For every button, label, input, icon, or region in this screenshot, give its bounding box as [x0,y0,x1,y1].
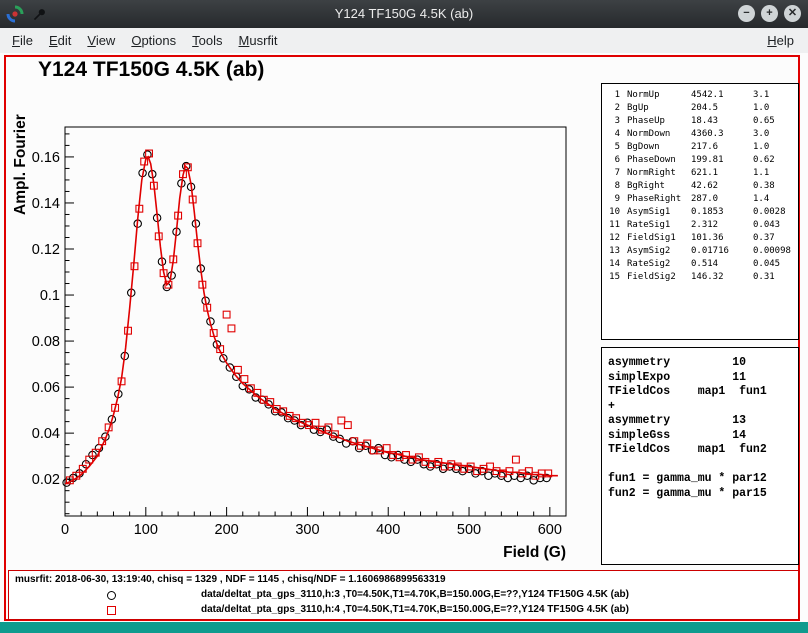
theory-line: simplExpo 11 [608,371,798,386]
svg-text:Field (G): Field (G) [503,544,566,561]
parameter-row: 3PhaseUp18.430.65 [606,115,798,128]
theory-line: simpleGss 14 [608,429,798,444]
theory-line: TFieldCos map1 fun2 [608,443,798,458]
legend-box[interactable]: musrfit: 2018-06-30, 13:19:40, chisq = 1… [8,570,799,620]
theory-line: asymmetry 10 [608,356,798,371]
parameter-row: 15FieldSig2146.320.31 [606,271,798,284]
svg-text:200: 200 [215,522,239,538]
parameter-row: 7NormRight621.11.1 [606,167,798,180]
parameter-row: 12FieldSig1101.360.37 [606,232,798,245]
svg-text:300: 300 [295,522,319,538]
circle-marker-icon [107,591,116,600]
minimize-button[interactable]: − [738,5,755,22]
svg-text:600: 600 [538,522,562,538]
plot-title: Y124 TF150G 4.5K (ab) [38,58,264,82]
theory-line [608,458,798,473]
parameter-row: 1NormUp4542.13.1 [606,89,798,102]
svg-text:0: 0 [61,522,69,538]
legend-entry-label: data/deltat_pta_gps_3110,h:4 ,T0=4.50K,T… [201,604,629,615]
bottom-panel-strip [0,622,808,633]
parameter-row: 8BgRight42.620.38 [606,180,798,193]
theory-line: asymmetry 13 [608,414,798,429]
legend-entry: data/deltat_pta_gps_3110,h:4 ,T0=4.50K,T… [9,603,798,618]
parameter-row: 5BgDown217.61.0 [606,141,798,154]
svg-text:0.1: 0.1 [40,288,60,304]
svg-text:0.16: 0.16 [32,150,60,166]
svg-text:0.08: 0.08 [32,334,60,350]
svg-text:Ampl. Fourier: Ampl. Fourier [12,114,29,215]
menu-item-edit[interactable]: Edit [41,30,79,51]
parameter-row: 11RateSig12.3120.043 [606,219,798,232]
parameter-row: 10AsymSig10.18530.0028 [606,206,798,219]
menu-item-musrfit[interactable]: Musrfit [231,30,286,51]
parameter-row: 2BgUp204.51.0 [606,102,798,115]
theory-line: + [608,400,798,415]
svg-text:500: 500 [457,522,481,538]
titlebar[interactable]: Y124 TF150G 4.5K (ab) − + ✕ [0,0,808,28]
theory-line: fun1 = gamma_mu * par12 [608,472,798,487]
theory-line: TFieldCos map1 fun1 [608,385,798,400]
menu-item-options[interactable]: Options [123,30,184,51]
parameter-box[interactable]: 1NormUp4542.13.12BgUp204.51.03PhaseUp18.… [601,83,799,340]
svg-text:0.06: 0.06 [32,380,60,396]
maximize-button[interactable]: + [761,5,778,22]
svg-text:400: 400 [376,522,400,538]
parameter-row: 13AsymSig20.017160.00098 [606,245,798,258]
parameter-row: 9PhaseRight287.01.4 [606,193,798,206]
chart-svg[interactable]: 0 100 200 300 400 500 600 0.02 0.04 0.06 0.08 0.1 0.… [0,108,600,578]
square-marker-icon [107,606,116,615]
window-title: Y124 TF150G 4.5K (ab) [0,0,808,28]
legend-entry-label: data/deltat_pta_gps_3110,h:3 ,T0=4.50K,T… [201,589,629,600]
theory-line: fun2 = gamma_mu * par15 [608,487,798,502]
svg-text:0.04: 0.04 [32,426,60,442]
svg-text:0.12: 0.12 [32,242,60,258]
theory-box[interactable]: asymmetry 10simplExpo 11TFieldCos map1 f… [601,347,799,565]
menubar: FileEditViewOptionsToolsMusrfit Help [0,28,808,54]
menu-item-file[interactable]: File [4,30,41,51]
parameter-row: 4NormDown4360.33.0 [606,128,798,141]
root-canvas[interactable]: Y124 TF150G 4.5K (ab) 0 100 200 300 400 500 60… [0,53,808,622]
svg-text:100: 100 [134,522,158,538]
app-window: Y124 TF150G 4.5K (ab) − + ✕ FileEditView… [0,0,808,633]
legend-entry: data/deltat_pta_gps_3110,h:3 ,T0=4.50K,T… [9,588,798,603]
menu-items: FileEditViewOptionsToolsMusrfit [4,28,286,53]
svg-text:0.14: 0.14 [32,196,60,212]
menu-item-view[interactable]: View [79,30,123,51]
close-button[interactable]: ✕ [784,5,801,22]
menu-item-tools[interactable]: Tools [184,30,230,51]
menu-item-help[interactable]: Help [759,30,802,51]
parameter-row: 14RateSig20.5140.045 [606,258,798,271]
parameter-row: 6PhaseDown199.810.62 [606,154,798,167]
svg-text:0.02: 0.02 [32,472,60,488]
fit-info: musrfit: 2018-06-30, 13:19:40, chisq = 1… [15,574,446,585]
